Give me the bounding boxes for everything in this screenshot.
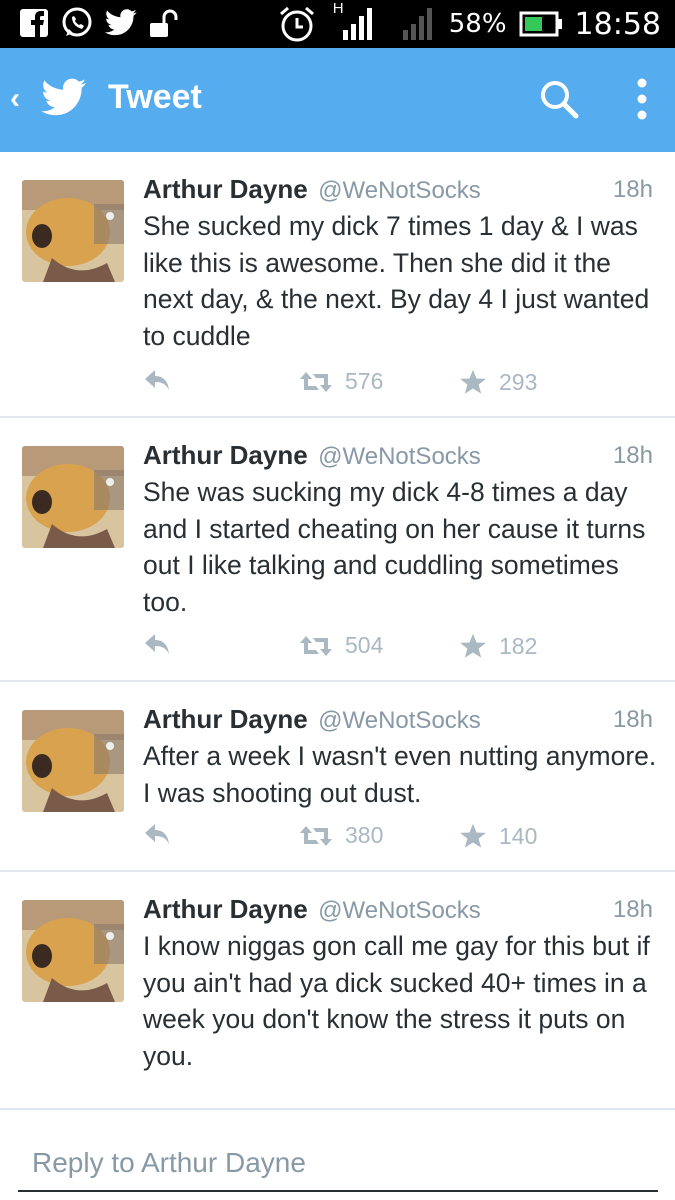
reply-button[interactable] [143,368,171,392]
retweet-count: 504 [345,632,384,658]
status-bar: H 58% 18:58 [0,0,675,48]
author-name[interactable]: Arthur Dayne [143,174,308,204]
tweet-header: Arthur Dayne @WeNotSocks 18h [143,440,653,474]
unlock-icon [150,9,178,37]
retweet-button[interactable]: 504 [299,632,383,659]
more-options-icon[interactable] [632,76,652,122]
retweet-count: 576 [345,368,384,394]
search-icon[interactable] [538,78,580,120]
reply-icon [145,824,169,844]
tweet-time: 18h [612,176,653,203]
avatar[interactable] [22,900,124,1002]
retweet-count: 380 [345,822,384,848]
retweet-button[interactable]: 380 [299,822,383,849]
tweet-text: After a week I wasn't even nutting anymo… [143,741,657,808]
twitter-logo-icon[interactable] [40,78,88,118]
twitter-icon [104,9,137,36]
retweet-icon [300,635,332,656]
author-handle[interactable]: @WeNotSocks [318,897,481,924]
alarm-icon [279,6,314,42]
author-name[interactable]: Arthur Dayne [143,704,308,734]
clock: 18:58 [574,6,661,42]
tweet-header: Arthur Dayne @WeNotSocks 18h [143,174,653,208]
app-bar: ‹ Tweet [0,48,675,152]
favorite-button[interactable]: 182 [459,632,537,660]
favorite-count: 182 [499,632,538,659]
system-icons: H 58% 18:58 [277,0,661,48]
avatar[interactable] [22,446,124,548]
avatar[interactable] [22,710,124,812]
page-title: Tweet [108,78,202,116]
favorite-button[interactable]: 293 [459,368,537,396]
facebook-icon [20,9,48,37]
tweet-text: I know niggas gon call me gay for this b… [143,931,650,1071]
retweet-button[interactable]: 576 [299,368,383,395]
star-icon [460,369,486,394]
signal-icon: H [329,0,385,44]
author-handle[interactable]: @WeNotSocks [318,707,481,734]
reply-button[interactable] [143,822,171,846]
favorite-button[interactable]: 140 [459,822,537,850]
tweet-time: 18h [612,896,653,923]
tweet-time: 18h [612,442,653,469]
avatar[interactable] [22,180,124,282]
reply-bar [0,1108,675,1200]
tweet[interactable]: Arthur Dayne @WeNotSocks 18h I know nigg… [0,872,675,1108]
tweet-actions: 380 140 [143,822,643,854]
signal-secondary-icon [402,8,432,40]
favorite-count: 293 [499,368,538,395]
favorite-count: 140 [499,822,538,849]
tweet-time: 18h [612,706,653,733]
tweet-actions: 504 182 [143,632,643,664]
star-icon [460,823,486,848]
author-name[interactable]: Arthur Dayne [143,894,308,924]
tweet-actions: 576 293 [143,368,643,400]
reply-button[interactable] [143,632,171,656]
back-button[interactable]: ‹ [10,82,20,116]
notification-icons [18,6,178,40]
author-handle[interactable]: @WeNotSocks [318,177,481,204]
tweet[interactable]: Arthur Dayne @WeNotSocks 18h After a wee… [0,682,675,872]
battery-percent: 58% [448,9,507,39]
author-name[interactable]: Arthur Dayne [143,440,308,470]
star-icon [460,633,486,658]
tweet-header: Arthur Dayne @WeNotSocks 18h [143,704,653,738]
retweet-icon [300,371,332,392]
retweet-icon [300,825,332,846]
tweet[interactable]: Arthur Dayne @WeNotSocks 18h She sucked … [0,152,675,418]
tweet-text: She was sucking my dick 4-8 times a day … [143,477,646,617]
reply-input[interactable] [18,1136,658,1192]
tweet-header: Arthur Dayne @WeNotSocks 18h [143,894,653,928]
reply-icon [145,634,169,654]
battery-icon [519,11,562,37]
reply-icon [145,370,169,390]
tweet-text: She sucked my dick 7 times 1 day & I was… [143,211,650,351]
tweet[interactable]: Arthur Dayne @WeNotSocks 18h She was suc… [0,418,675,682]
tweet-list[interactable]: Arthur Dayne @WeNotSocks 18h She sucked … [0,152,675,1108]
author-handle[interactable]: @WeNotSocks [318,443,481,470]
whatsapp-icon [62,7,92,37]
